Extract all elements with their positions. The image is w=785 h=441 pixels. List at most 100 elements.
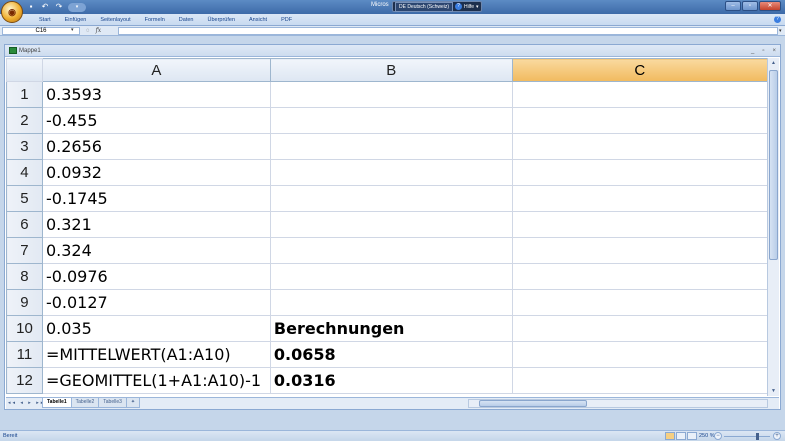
row-header[interactable]: 3 [6, 133, 43, 160]
ribbon-help-icon[interactable]: ? [774, 16, 781, 23]
cell-a12[interactable]: =GEOMITTEL(1+A1:A10)-1 [41, 367, 271, 394]
row-header[interactable]: 7 [6, 237, 43, 264]
ribbon-tab[interactable]: Formeln [138, 16, 172, 24]
help-icon[interactable]: ? [455, 3, 463, 10]
formula-input[interactable] [118, 27, 778, 35]
vertical-scrollbar[interactable]: ▲ ▼ [767, 58, 779, 396]
ribbon-tab[interactable]: Überprüfen [200, 16, 242, 24]
cell-c2[interactable] [511, 107, 768, 134]
row-header[interactable]: 8 [6, 263, 43, 290]
cell-b12[interactable]: 0.0316 [269, 367, 513, 394]
expand-formula-bar-icon[interactable]: ▾ [779, 27, 784, 35]
workbook-restore-button[interactable]: ▫ [762, 45, 764, 57]
row-header[interactable]: 5 [6, 185, 43, 212]
cell-c11[interactable] [511, 341, 768, 368]
horizontal-scroll-thumb[interactable] [479, 400, 587, 407]
workbook-minimize-button[interactable]: _ [751, 45, 754, 57]
cell-a11[interactable]: =MITTELWERT(A1:A10) [41, 341, 271, 368]
page-layout-view-button[interactable] [676, 432, 686, 440]
sheet-tab[interactable]: Tabelle3 [98, 398, 127, 408]
sheet-tab[interactable]: Tabelle1 [42, 398, 72, 408]
normal-view-button[interactable] [665, 432, 675, 440]
cell-a5[interactable]: -0.1745 [41, 185, 271, 212]
cell-c9[interactable] [511, 289, 768, 316]
cell-b10[interactable]: Berechnungen [269, 315, 513, 342]
name-box-dropdown-icon[interactable]: ▾ [71, 27, 74, 33]
row-header[interactable]: 9 [6, 289, 43, 316]
cell-a4[interactable]: 0.0932 [41, 159, 271, 186]
select-all-corner[interactable] [6, 58, 43, 82]
cell-c8[interactable] [511, 263, 768, 290]
ribbon-tab[interactable]: Ansicht [242, 16, 274, 24]
row-header[interactable]: 11 [6, 341, 43, 368]
cell-b3[interactable] [269, 133, 513, 160]
cell-b11[interactable]: 0.0658 [269, 341, 513, 368]
customize-toolbar-icon[interactable]: ▾ [68, 2, 86, 12]
row-header[interactable]: 6 [6, 211, 43, 238]
row-header[interactable]: 1 [6, 81, 43, 108]
zoom-level[interactable]: 250 % [699, 433, 715, 439]
cell-a3[interactable]: 0.2656 [41, 133, 271, 160]
cell-a6[interactable]: 0.321 [41, 211, 271, 238]
cell-c6[interactable] [511, 211, 768, 238]
row-header[interactable]: 2 [6, 107, 43, 134]
column-header-a[interactable]: A [41, 58, 271, 82]
cell-b6[interactable] [269, 211, 513, 238]
close-button[interactable]: ✕ [759, 1, 781, 11]
cell-a7[interactable]: 0.324 [41, 237, 271, 264]
spreadsheet-grid[interactable]: ABC 1 0.3593 2 -0.455 3 0.2656 4 0.0932 5 -0.1745… [6, 58, 768, 396]
column-header-b[interactable]: B [269, 58, 513, 82]
cell-a1[interactable]: 0.3593 [41, 81, 271, 108]
workbook-close-button[interactable]: × [772, 45, 776, 57]
zoom-slider-thumb[interactable] [756, 433, 759, 440]
vertical-scroll-thumb[interactable] [769, 70, 778, 260]
ribbon-tab[interactable]: PDF [274, 16, 299, 24]
zoom-out-button[interactable]: − [714, 432, 722, 440]
cell-c1[interactable] [511, 81, 768, 108]
sheet-tab[interactable]: Tabelle2 [70, 398, 100, 408]
ribbon-tab[interactable]: Daten [172, 16, 201, 24]
row-header[interactable]: 12 [6, 367, 43, 394]
maximize-button[interactable]: ▫ [742, 1, 758, 11]
language-indicator[interactable]: DE Deutsch (Schweiz) [395, 1, 454, 12]
chevron-down-icon[interactable]: ▾ [476, 4, 479, 10]
cell-a9[interactable]: -0.0127 [41, 289, 271, 316]
cell-a10[interactable]: 0.035 [41, 315, 271, 342]
cell-c4[interactable] [511, 159, 768, 186]
formula-cancel-icon[interactable]: ◌ [86, 27, 90, 35]
cell-a8[interactable]: -0.0976 [41, 263, 271, 290]
ribbon-tab[interactable]: Einfügen [58, 16, 94, 24]
cell-c5[interactable] [511, 185, 768, 212]
cell-c10[interactable] [511, 315, 768, 342]
cell-b1[interactable] [269, 81, 513, 108]
ribbon-tab[interactable]: Start [32, 16, 58, 24]
cell-b2[interactable] [269, 107, 513, 134]
language-bar[interactable]: DE Deutsch (Schweiz) ? Hilfe ▾ [392, 1, 482, 12]
cell-a2[interactable]: -0.455 [41, 107, 271, 134]
cell-b9[interactable] [269, 289, 513, 316]
cell-b4[interactable] [269, 159, 513, 186]
office-button[interactable]: ◉ [1, 1, 23, 23]
name-box[interactable]: C16 [2, 27, 80, 35]
cell-b8[interactable] [269, 263, 513, 290]
fx-icon[interactable]: fx [96, 27, 102, 35]
page-break-view-button[interactable] [687, 432, 697, 440]
column-header-c[interactable]: C [511, 58, 768, 82]
cell-c3[interactable] [511, 133, 768, 160]
cell-c7[interactable] [511, 237, 768, 264]
undo-icon[interactable]: ↶ [40, 2, 50, 12]
row-header[interactable]: 4 [6, 159, 43, 186]
sheet-navigation-icons[interactable]: ◂◂ ◂ ▸ ▸▸ [8, 400, 45, 406]
scroll-up-icon[interactable]: ▲ [768, 59, 779, 67]
cell-b7[interactable] [269, 237, 513, 264]
insert-sheet-icon[interactable]: ✦ [125, 398, 140, 408]
horizontal-scrollbar[interactable] [468, 399, 768, 408]
redo-icon[interactable]: ↷ [54, 2, 64, 12]
zoom-slider[interactable] [724, 436, 770, 437]
ribbon-tab[interactable]: Seitenlayout [93, 16, 137, 24]
zoom-in-button[interactable]: + [773, 432, 781, 440]
scroll-down-icon[interactable]: ▼ [768, 387, 779, 395]
minimize-button[interactable]: – [725, 1, 741, 11]
save-icon[interactable]: ▪ [26, 2, 36, 12]
cell-c12[interactable] [511, 367, 768, 394]
